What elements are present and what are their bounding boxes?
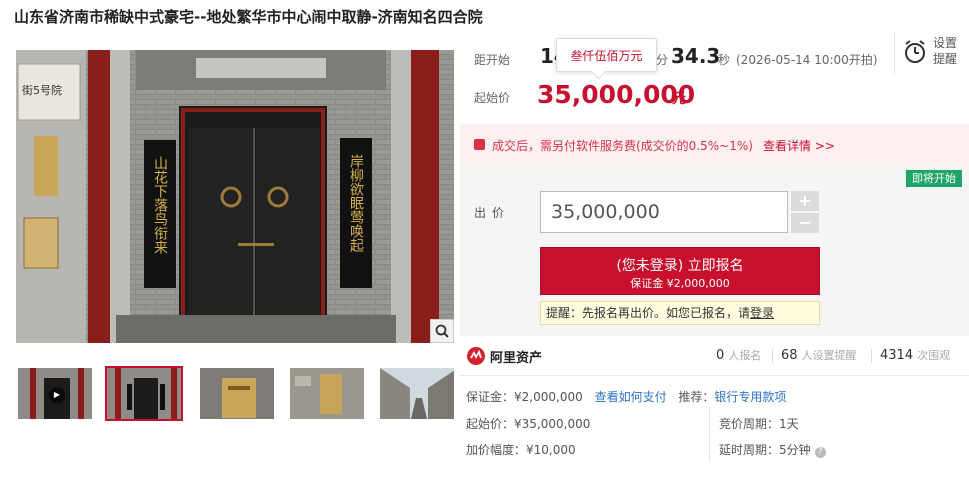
magnifier-icon [435, 324, 449, 338]
divider [871, 349, 872, 363]
start-price-label: 起始价 [474, 91, 511, 105]
register-tip-text: 提醒：先报名再出价。如您已报名，请 [546, 306, 751, 320]
how-to-pay-link[interactable]: 查看如何支付 [595, 390, 667, 404]
stat-registered: 0 人报名 [716, 347, 761, 363]
stat-views-count: 4314 [880, 348, 914, 363]
register-deposit-label: 保证金 ¥2,000,000 [630, 277, 730, 290]
platform-name: 阿里资产 [490, 351, 543, 366]
recommend-label: 推荐： [678, 390, 715, 404]
thumbnail-strip: ▶ [16, 366, 456, 422]
play-icon: ▶ [49, 387, 65, 403]
service-fee-notice: 成交后，需另付软件服务费(成交价的0.5%~1%) 查看详情 >> [460, 124, 969, 166]
start-price-info-label: 起始价： [466, 417, 515, 431]
deposit-value: ¥2,000,000 [514, 390, 583, 404]
thumbnail-video[interactable]: ▶ [16, 366, 94, 421]
reminder-label-line2: 提醒 [933, 52, 958, 66]
status-badge: 即将开始 [906, 170, 962, 187]
reminder-label: 设置 提醒 [933, 35, 957, 67]
register-tip: 提醒：先报名再出价。如您已报名，请登录 [540, 301, 820, 325]
page-title: 山东省济南市稀缺中式豪宅--地处繁华市中心闹中取静-济南知名四合院 [14, 8, 483, 26]
countdown-seconds: 34.3 [671, 44, 721, 68]
login-link[interactable]: 登录 [750, 306, 774, 320]
stat-reminders-label: 人设置提醒 [801, 349, 857, 362]
start-price-unit: 元 [672, 91, 686, 107]
reminder-label-line1: 设置 [933, 36, 958, 50]
plaque-text: 街5号院 [22, 83, 62, 97]
zoom-button[interactable] [430, 319, 454, 343]
register-button-label: (您未登录) 立即报名 [616, 258, 744, 274]
bid-cycle-label: 竞价周期： [719, 417, 780, 431]
countdown-second-unit: 秒 [718, 53, 731, 67]
extend-cycle-value: 5分钟 [779, 443, 811, 457]
countdown-minute-unit: 分 [656, 53, 669, 67]
increment-label: 加价幅度： [466, 443, 527, 457]
countdown: 距开始 14 分 34.3 秒 (2026-05-14 10:00开拍) [474, 44, 894, 72]
extend-cycle-label: 延时周期： [719, 443, 780, 457]
bid-cycle-info: 竞价周期：1天 [719, 415, 799, 432]
stat-views: 4314 次围观 [880, 347, 950, 363]
stat-views-label: 次围观 [917, 349, 951, 362]
decrease-bid-button[interactable]: − [791, 213, 819, 233]
increase-bid-button[interactable]: + [791, 191, 819, 211]
view-details-link[interactable]: 查看详情 >> [763, 137, 835, 154]
couplet-right: 岸柳欲眠莺唤起 [348, 154, 364, 252]
bid-panel: 出价 + − (您未登录) 立即报名 保证金 ¥2,000,000 提醒：先报名… [460, 166, 969, 336]
set-reminder-button[interactable]: 设置 提醒 [894, 33, 969, 75]
divider [772, 349, 773, 363]
stats-row: 阿里资产 0 人报名 68 人设置提醒 4314 次围观 [460, 336, 969, 376]
thumbnail-plaque[interactable] [198, 366, 276, 421]
thumbnail-wall[interactable] [288, 366, 366, 421]
register-now-button[interactable]: (您未登录) 立即报名 保证金 ¥2,000,000 [540, 247, 820, 295]
thumbnail-alley[interactable] [378, 366, 456, 421]
deposit-label: 保证金： [466, 390, 515, 404]
deposit-info: 保证金：¥2,000,000 查看如何支付 推荐：银行专用款项 [466, 388, 786, 405]
stat-reminders: 68 人设置提醒 [781, 347, 857, 363]
stat-reminders-count: 68 [781, 348, 798, 363]
start-price: 起始价 35,000,000 元 [474, 80, 774, 110]
main-photo[interactable]: 街5号院 山花下落鸟衔来 岸柳欲眠莺唤起 [16, 50, 454, 343]
courtyard-gate-image: 街5号院 山花下落鸟衔来 岸柳欲眠莺唤起 [16, 50, 454, 343]
help-icon[interactable]: ? [814, 447, 826, 458]
couplet-left: 山花下落鸟衔来 [152, 156, 168, 254]
service-fee-text: 成交后，需另付软件服务费(成交价的0.5%~1%) [492, 139, 753, 153]
bid-cycle-value: 1天 [779, 417, 799, 431]
stat-registered-count: 0 [716, 348, 725, 363]
gift-icon [474, 139, 485, 150]
stat-registered-label: 人报名 [728, 349, 762, 362]
increment-value: ¥10,000 [526, 443, 576, 457]
price-in-words-tooltip: 叁仟伍佰万元 [556, 38, 657, 72]
bid-price-input[interactable] [540, 191, 788, 233]
start-price-info-value: ¥35,000,000 [514, 417, 591, 431]
auction-start-time: (2026-05-14 10:00开拍) [736, 53, 878, 67]
divider [709, 407, 710, 462]
increment-info: 加价幅度：¥10,000 [466, 441, 576, 458]
start-price-info: 起始价：¥35,000,000 [466, 415, 590, 432]
thumbnail-gate[interactable] [105, 366, 183, 421]
ali-assets-logo-icon [467, 347, 485, 365]
bank-payment-link[interactable]: 银行专用款项 [714, 390, 786, 404]
countdown-label: 距开始 [474, 53, 511, 67]
extend-cycle-info: 延时周期：5分钟? [719, 441, 826, 458]
alarm-clock-icon [905, 40, 925, 63]
bid-label: 出价 [474, 206, 511, 220]
